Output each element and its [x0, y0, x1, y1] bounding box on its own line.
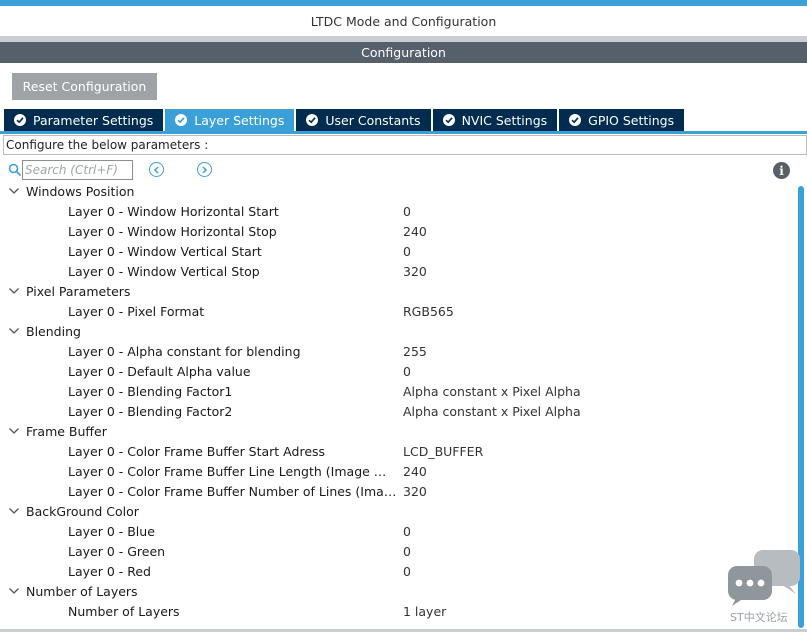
param-row[interactable]: Layer 0 - Green 0	[0, 541, 796, 561]
reset-configuration-button[interactable]: Reset Configuration	[12, 73, 157, 100]
check-circle-icon	[569, 114, 582, 126]
param-row[interactable]: Layer 0 - Window Horizontal Start 0	[0, 201, 796, 221]
param-label: Layer 0 - Alpha constant for blending	[68, 343, 301, 359]
param-row[interactable]: Number of Layers 1 layer	[0, 601, 796, 621]
param-label: Layer 0 - Color Frame Buffer Line Length…	[68, 463, 398, 479]
tab-label: NVIC Settings	[461, 112, 548, 128]
param-value[interactable]: 255	[403, 344, 427, 359]
param-row[interactable]: Layer 0 - Alpha constant for blending 25…	[0, 341, 796, 361]
check-circle-icon	[175, 114, 188, 126]
param-row[interactable]: Layer 0 - Window Vertical Start 0	[0, 241, 796, 261]
param-value[interactable]: 0	[403, 364, 411, 379]
param-row[interactable]: Layer 0 - Blue 0	[0, 521, 796, 541]
group-label: Frame Buffer	[26, 423, 107, 439]
tab-nvic-settings[interactable]: NVIC Settings	[432, 109, 558, 131]
configuration-header: Configuration	[0, 42, 807, 63]
group-blending[interactable]: Blending	[0, 321, 796, 341]
chevron-down-icon[interactable]	[8, 186, 20, 196]
param-label: Layer 0 - Blending Factor1	[68, 383, 233, 399]
tab-underline	[0, 131, 807, 134]
param-label: Layer 0 - Window Horizontal Stop	[68, 223, 277, 239]
tab-bar: Parameter Settings Layer Settings User C…	[4, 109, 686, 131]
param-row[interactable]: Layer 0 - Window Horizontal Stop 240	[0, 221, 796, 241]
group-background-color[interactable]: BackGround Color	[0, 501, 796, 521]
chevron-down-icon[interactable]	[8, 326, 20, 336]
param-value[interactable]: 320	[403, 484, 427, 499]
param-row[interactable]: Layer 0 - Window Vertical Stop 320	[0, 261, 796, 281]
parameter-tree: Windows Position Layer 0 - Window Horizo…	[0, 181, 796, 621]
param-value[interactable]: RGB565	[403, 304, 454, 319]
tab-label: Layer Settings	[194, 112, 285, 128]
param-value[interactable]: 240	[403, 464, 427, 479]
chevron-down-icon[interactable]	[8, 426, 20, 436]
check-circle-icon	[14, 114, 26, 126]
param-value[interactable]: 0	[403, 524, 411, 539]
param-label: Layer 0 - Window Vertical Start	[68, 243, 262, 259]
group-pixel-parameters[interactable]: Pixel Parameters	[0, 281, 796, 301]
param-value[interactable]: 240	[403, 224, 427, 239]
param-row[interactable]: Layer 0 - Pixel Format RGB565	[0, 301, 796, 321]
param-row[interactable]: Layer 0 - Color Frame Buffer Number of L…	[0, 481, 796, 501]
param-label: Layer 0 - Window Vertical Stop	[68, 263, 260, 279]
param-label: Layer 0 - Blending Factor2	[68, 403, 233, 419]
chat-bubbles-icon	[728, 550, 800, 606]
group-label: BackGround Color	[26, 503, 139, 519]
tab-layer-settings[interactable]: Layer Settings	[165, 109, 295, 131]
tab-parameter-settings[interactable]: Parameter Settings	[4, 109, 164, 131]
tab-label: GPIO Settings	[588, 112, 675, 128]
chevron-down-icon[interactable]	[8, 506, 20, 516]
param-label: Layer 0 - Color Frame Buffer Start Adres…	[68, 443, 326, 459]
param-label: Layer 0 - Red	[68, 563, 151, 579]
param-row[interactable]: Layer 0 - Default Alpha value 0	[0, 361, 796, 381]
group-label: Number of Layers	[26, 583, 138, 599]
group-label: Windows Position	[26, 183, 135, 199]
param-label: Layer 0 - Default Alpha value	[68, 363, 251, 379]
param-label: Layer 0 - Blue	[68, 523, 155, 539]
tab-label: Parameter Settings	[33, 112, 154, 128]
param-row[interactable]: Layer 0 - Color Frame Buffer Line Length…	[0, 461, 796, 481]
param-value[interactable]: 0	[403, 544, 411, 559]
param-value[interactable]: LCD_BUFFER	[403, 444, 483, 459]
param-row[interactable]: Layer 0 - Blending Factor1 Alpha constan…	[0, 381, 796, 401]
group-windows-position[interactable]: Windows Position	[0, 181, 796, 201]
param-value[interactable]: Alpha constant x Pixel Alpha	[403, 404, 581, 419]
param-label: Layer 0 - Window Horizontal Start	[68, 203, 279, 219]
param-label: Layer 0 - Pixel Format	[68, 303, 205, 319]
param-value[interactable]: 0	[403, 204, 411, 219]
param-row[interactable]: Layer 0 - Red 0	[0, 561, 796, 581]
param-value[interactable]: 0	[403, 244, 411, 259]
group-frame-buffer[interactable]: Frame Buffer	[0, 421, 796, 441]
check-circle-icon	[306, 114, 319, 126]
param-value[interactable]: 0	[403, 564, 411, 579]
parameters-caption: Configure the below parameters :	[3, 135, 807, 155]
param-label: Layer 0 - Color Frame Buffer Number of L…	[68, 483, 398, 499]
chevron-down-icon[interactable]	[8, 286, 20, 296]
param-value[interactable]: 320	[403, 264, 427, 279]
check-circle-icon	[442, 114, 455, 126]
group-label: Blending	[26, 323, 81, 339]
chevron-left-circle-icon[interactable]	[149, 162, 164, 177]
param-row[interactable]: Layer 0 - Blending Factor2 Alpha constan…	[0, 401, 796, 421]
search-icon[interactable]	[8, 163, 22, 177]
group-number-of-layers[interactable]: Number of Layers	[0, 581, 796, 601]
tab-gpio-settings[interactable]: GPIO Settings	[559, 109, 685, 131]
tab-label: User Constants	[325, 112, 421, 128]
chevron-right-circle-icon[interactable]	[197, 162, 212, 177]
group-label: Pixel Parameters	[26, 283, 131, 299]
watermark: ST中文论坛	[726, 548, 804, 626]
watermark-text: ST中文论坛	[730, 611, 788, 624]
param-row[interactable]: Layer 0 - Color Frame Buffer Start Adres…	[0, 441, 796, 461]
param-label: Number of Layers	[68, 603, 180, 619]
tab-user-constants[interactable]: User Constants	[296, 109, 431, 131]
search-input[interactable]	[22, 160, 133, 180]
param-label: Layer 0 - Green	[68, 543, 166, 559]
info-icon[interactable]: i	[773, 162, 790, 179]
search-toolbar	[0, 158, 807, 182]
param-value[interactable]: Alpha constant x Pixel Alpha	[403, 384, 581, 399]
mode-title: LTDC Mode and Configuration	[0, 6, 807, 36]
param-value[interactable]: 1 layer	[403, 604, 446, 619]
chevron-down-icon[interactable]	[8, 586, 20, 596]
